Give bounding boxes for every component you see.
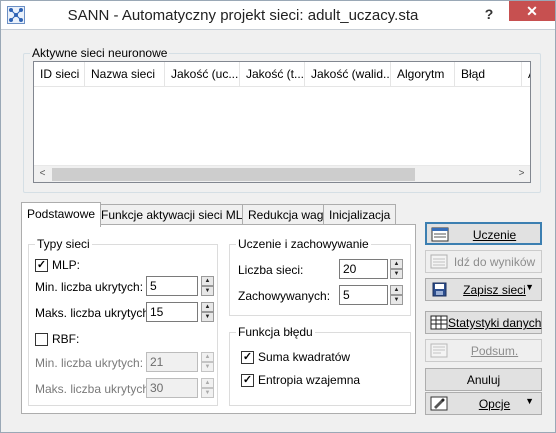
cross-entropy-label: Entropia wzajemna (258, 373, 361, 387)
networks-count-input[interactable]: 20 (339, 259, 388, 279)
options-button[interactable]: Opcje ▼ (425, 392, 542, 415)
column-header[interactable]: Nazwa sieci (85, 62, 165, 87)
results-icon (430, 254, 448, 269)
go-to-results-button[interactable]: Idź do wyników (425, 250, 542, 273)
checkbox-box: ✓ (241, 373, 254, 387)
summary-button[interactable]: Podsum. (425, 339, 542, 362)
column-header[interactable]: Błąd (455, 62, 522, 87)
spin-down-icon[interactable]: ▼ (390, 269, 403, 279)
spinner-buttons[interactable]: ▲ ▼ (390, 259, 403, 279)
sum-squares-checkbox[interactable]: ✓ Suma kwadratów (241, 350, 350, 364)
options-icon (430, 396, 448, 411)
cancel-button[interactable]: Anuluj (425, 368, 542, 391)
spinner-buttons[interactable]: ▲ ▼ (201, 302, 214, 322)
tab-activation-functions[interactable]: Funkcje aktywacji sieci MLP (95, 204, 257, 226)
sum-squares-label: Suma kwadratów (258, 350, 351, 364)
rbf-max-hidden-input[interactable]: 30 (146, 378, 198, 398)
tab-podstawowe[interactable]: Podstawowe (21, 202, 102, 227)
close-button[interactable]: ✕ (509, 1, 555, 21)
summary-label: Podsum. (470, 344, 519, 358)
error-function-label: Funkcja błędu (236, 325, 315, 339)
sann-dialog: SANN - Automatyczny projekt sieci: adult… (0, 0, 556, 433)
mlp-min-hidden-input[interactable]: 5 (146, 276, 198, 296)
spin-down-icon[interactable]: ▼ (201, 286, 214, 296)
spin-down-icon[interactable]: ▼ (390, 295, 403, 305)
scroll-right-icon[interactable]: > (513, 166, 530, 182)
networks-count-spinner[interactable]: 20 ▲ ▼ (339, 259, 404, 279)
spin-down-icon[interactable]: ▼ (201, 312, 214, 322)
rbf-label: RBF: (52, 332, 80, 346)
mlp-max-hidden-spinner[interactable]: 15 ▲ ▼ (146, 302, 214, 322)
spin-down-icon[interactable]: ▼ (201, 388, 214, 398)
train-icon (431, 227, 449, 242)
cancel-label: Anuluj (466, 373, 501, 387)
scroll-left-icon[interactable]: < (34, 166, 51, 182)
spinner-buttons[interactable]: ▲ ▼ (201, 352, 214, 372)
rbf-min-hidden-label: Min. liczba ukrytych: (35, 356, 144, 370)
spin-up-icon[interactable]: ▲ (201, 352, 214, 362)
mlp-checkbox[interactable]: ✓ MLP: (35, 258, 80, 272)
window-title: SANN - Automatyczny projekt sieci: adult… (67, 7, 419, 24)
active-networks-list[interactable]: ID sieci Nazwa sieci Jakość (uc... Jakoś… (33, 61, 531, 183)
checkbox-box: ✓ (35, 258, 48, 272)
tab-weight-decay[interactable]: Redukcja wag (242, 204, 330, 226)
spinner-buttons[interactable]: ▲ ▼ (201, 378, 214, 398)
spin-down-icon[interactable]: ▼ (201, 362, 214, 372)
tab-panel-basic: Typy sieci ✓ MLP: Min. liczba ukrytych: … (21, 224, 416, 414)
network-types-group: Typy sieci ✓ MLP: Min. liczba ukrytych: … (28, 237, 218, 406)
retained-count-input[interactable]: 5 (339, 285, 388, 305)
spin-up-icon[interactable]: ▲ (390, 259, 403, 269)
training-label: Uczenie i zachowywanie (236, 237, 371, 251)
mlp-max-hidden-label: Maks. liczba ukrytych: (35, 306, 153, 320)
retained-count-label: Zachowywanych: (238, 289, 331, 303)
help-button[interactable]: ? (477, 4, 501, 24)
spin-up-icon[interactable]: ▲ (201, 378, 214, 388)
error-function-group: Funkcja błędu ✓ Suma kwadratów ✓ Entropi… (229, 325, 411, 406)
column-header[interactable]: Jakość (uc... (165, 62, 240, 87)
column-header[interactable]: Jakość (walid... (305, 62, 391, 87)
cross-entropy-checkbox[interactable]: ✓ Entropia wzajemna (241, 373, 360, 387)
tab-initialization[interactable]: Inicjalizacja (323, 204, 397, 226)
checkbox-box (35, 332, 48, 346)
scrollbar-thumb[interactable] (52, 168, 415, 181)
network-types-label: Typy sieci (35, 237, 92, 251)
rbf-max-hidden-label: Maks. liczba ukrytych: (35, 382, 153, 396)
active-networks-label: Aktywne sieci neuronowe (30, 46, 170, 60)
column-header[interactable]: ID sieci (34, 62, 85, 87)
column-header[interactable]: Jakość (t... (240, 62, 305, 87)
save-networks-button[interactable]: Zapisz sieci ▼ (425, 278, 542, 301)
rbf-max-hidden-spinner[interactable]: 30 ▲ ▼ (146, 378, 214, 398)
networks-count-label: Liczba sieci: (238, 263, 304, 277)
spin-up-icon[interactable]: ▲ (201, 276, 214, 286)
spin-up-icon[interactable]: ▲ (390, 285, 403, 295)
statistics-icon (430, 315, 448, 330)
column-header[interactable]: Algorytm (391, 62, 455, 87)
rbf-min-hidden-input[interactable]: 21 (146, 352, 198, 372)
mlp-min-hidden-label: Min. liczba ukrytych: (35, 280, 144, 294)
horizontal-scrollbar[interactable]: < > (34, 165, 530, 182)
go-to-results-label: Idź do wyników (453, 255, 536, 269)
train-button[interactable]: Uczenie (425, 222, 542, 245)
train-label: Uczenie (472, 228, 517, 242)
training-group: Uczenie i zachowywanie Liczba sieci: 20 … (229, 237, 411, 316)
summary-icon (430, 343, 448, 358)
column-header[interactable]: A (522, 62, 530, 87)
mlp-min-hidden-spinner[interactable]: 5 ▲ ▼ (146, 276, 214, 296)
mlp-max-hidden-input[interactable]: 15 (146, 302, 198, 322)
data-statistics-label: Statystyki danych (448, 316, 542, 330)
save-icon (432, 282, 447, 297)
spinner-buttons[interactable]: ▲ ▼ (390, 285, 403, 305)
retained-count-spinner[interactable]: 5 ▲ ▼ (339, 285, 404, 305)
rbf-checkbox[interactable]: RBF: (35, 332, 79, 346)
data-statistics-button[interactable]: Statystyki danych (425, 311, 542, 334)
rbf-min-hidden-spinner[interactable]: 21 ▲ ▼ (146, 352, 214, 372)
list-header: ID sieci Nazwa sieci Jakość (uc... Jakoś… (34, 62, 530, 87)
chevron-down-icon: ▼ (525, 282, 534, 292)
mlp-label: MLP: (52, 258, 81, 272)
checkbox-box: ✓ (241, 350, 254, 364)
spin-up-icon[interactable]: ▲ (201, 302, 214, 312)
chevron-down-icon: ▼ (525, 396, 534, 406)
title-bar[interactable]: SANN - Automatyczny projekt sieci: adult… (1, 1, 555, 30)
spinner-buttons[interactable]: ▲ ▼ (201, 276, 214, 296)
